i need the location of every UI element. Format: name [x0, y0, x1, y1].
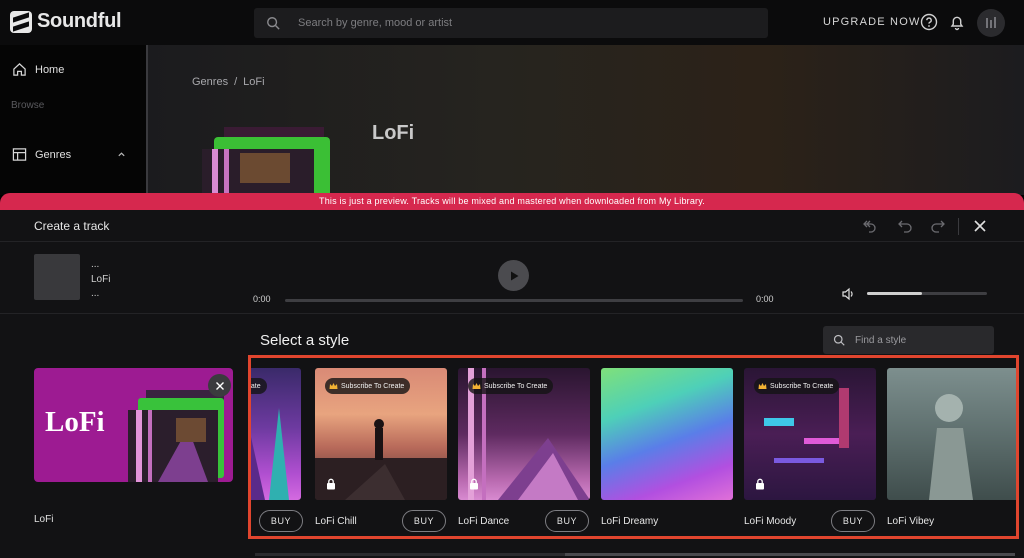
- track-player: ... LoFi ... 0:00 0:00: [0, 243, 1024, 314]
- create-track-panel: Create a track ... LoFi ... 0:00 0:00 Se…: [0, 210, 1024, 558]
- crown-icon: [329, 383, 338, 389]
- style-badge: Subscribe To Create: [754, 378, 840, 394]
- grid-icon: [12, 148, 27, 161]
- style-card-art: [929, 394, 973, 500]
- bell-icon[interactable]: [948, 13, 966, 31]
- equalizer-icon: [986, 17, 996, 28]
- style-badge-text: Subscribe To Create: [770, 382, 834, 390]
- style-name: LoFi Dreamy: [601, 516, 659, 527]
- top-bar: Soundful UPGRADE NOW: [0, 0, 1024, 45]
- breadcrumb: Genres / LoFi: [192, 76, 265, 88]
- buy-button[interactable]: BUY: [831, 510, 875, 532]
- time-current: 0:00: [253, 294, 271, 304]
- sidebar-item-label: Genres: [35, 148, 72, 161]
- undo-all-icon[interactable]: [862, 218, 878, 234]
- track-genre: LoFi: [91, 274, 111, 285]
- avatar[interactable]: [977, 9, 1005, 37]
- style-card-lofi-dreamy[interactable]: [601, 368, 733, 500]
- panel-header: Create a track: [0, 210, 1024, 242]
- volume-icon[interactable]: [841, 287, 855, 301]
- buy-button[interactable]: BUY: [402, 510, 446, 532]
- header-divider: [958, 218, 959, 235]
- buy-button[interactable]: BUY: [259, 510, 303, 532]
- global-search[interactable]: [254, 8, 768, 38]
- style-card-lofi-chill[interactable]: Subscribe To Create: [315, 368, 447, 500]
- style-carousel[interactable]: eate BUY Subscribe To Create LoFi Chill …: [248, 355, 1019, 539]
- progress-bar[interactable]: [285, 299, 743, 302]
- upgrade-now-link[interactable]: UPGRADE NOW: [823, 16, 921, 28]
- time-total: 0:00: [756, 294, 774, 304]
- style-name: LoFi Moody: [744, 516, 797, 527]
- buy-button[interactable]: BUY: [545, 510, 589, 532]
- style-card-lofi-moody[interactable]: Subscribe To Create: [744, 368, 876, 500]
- track-subtitle: ...: [91, 288, 100, 299]
- volume-slider[interactable]: [867, 292, 987, 295]
- page-title: LoFi: [372, 122, 415, 144]
- lock-icon: [470, 478, 478, 490]
- close-icon: [215, 381, 224, 390]
- style-search[interactable]: [823, 326, 994, 354]
- style-badge: Subscribe To Create: [468, 378, 554, 394]
- selected-genre-card[interactable]: LoFi: [34, 368, 233, 482]
- help-icon[interactable]: [920, 13, 938, 31]
- genre-hero: Genres / LoFi LoFi: [146, 45, 1024, 197]
- breadcrumb-separator: /: [234, 76, 238, 88]
- soundful-logo-icon: [10, 10, 32, 33]
- sidebar-item-home[interactable]: Home: [12, 62, 64, 77]
- play-icon: [510, 271, 518, 280]
- style-badge-text: eate: [248, 382, 261, 390]
- track-thumbnail: [34, 254, 80, 300]
- logo-text: Soundful: [37, 10, 122, 32]
- hero-cover-art: [202, 127, 330, 197]
- close-icon[interactable]: [972, 218, 988, 234]
- lock-icon: [327, 478, 335, 490]
- soundful-logo[interactable]: Soundful: [10, 10, 122, 33]
- crown-icon: [758, 383, 767, 389]
- remove-genre-button[interactable]: [208, 374, 231, 397]
- style-name: LoFi Chill: [315, 516, 357, 527]
- search-icon: [267, 17, 280, 30]
- search-input[interactable]: [298, 17, 738, 29]
- genre-card-text: LoFi: [45, 406, 105, 438]
- search-icon: [833, 334, 845, 346]
- style-badge: Subscribe To Create: [325, 378, 411, 394]
- find-style-input[interactable]: [855, 334, 985, 346]
- sidebar: Home Browse Genres: [0, 45, 146, 195]
- panel-title: Create a track: [34, 219, 110, 233]
- preview-banner: This is just a preview. Tracks will be m…: [0, 193, 1024, 210]
- style-badge-text: Subscribe To Create: [484, 382, 548, 390]
- chevron-up-icon[interactable]: [117, 150, 126, 159]
- style-badge-text: Subscribe To Create: [341, 382, 405, 390]
- style-card-lofi-dance[interactable]: Subscribe To Create: [458, 368, 590, 500]
- track-title: ...: [91, 259, 100, 270]
- style-name: LoFi Dance: [458, 516, 510, 527]
- genre-card-art: [128, 390, 224, 482]
- undo-icon[interactable]: [897, 218, 913, 234]
- style-badge: eate: [248, 378, 267, 394]
- style-name: LoFi Vibey: [887, 516, 935, 527]
- play-button[interactable]: [498, 260, 529, 291]
- breadcrumb-genres[interactable]: Genres: [192, 76, 228, 88]
- home-icon: [13, 63, 26, 76]
- sidebar-section-browse: Browse: [11, 100, 45, 111]
- carousel-scrollbar-thumb[interactable]: [565, 553, 1015, 556]
- redo-icon[interactable]: [930, 218, 946, 234]
- sidebar-item-genres[interactable]: Genres: [12, 147, 126, 162]
- volume-fill: [867, 292, 923, 295]
- selected-genre-label: LoFi: [34, 514, 54, 525]
- sidebar-item-label: Home: [35, 63, 65, 76]
- crown-icon: [472, 383, 481, 389]
- lock-icon: [756, 478, 764, 490]
- carousel-scrollbar[interactable]: [255, 553, 1015, 556]
- select-style-heading: Select a style: [260, 332, 350, 349]
- style-card-lofi-vibey[interactable]: [887, 368, 1016, 500]
- style-card-partial[interactable]: eate: [248, 368, 301, 500]
- breadcrumb-lofi[interactable]: LoFi: [243, 76, 264, 88]
